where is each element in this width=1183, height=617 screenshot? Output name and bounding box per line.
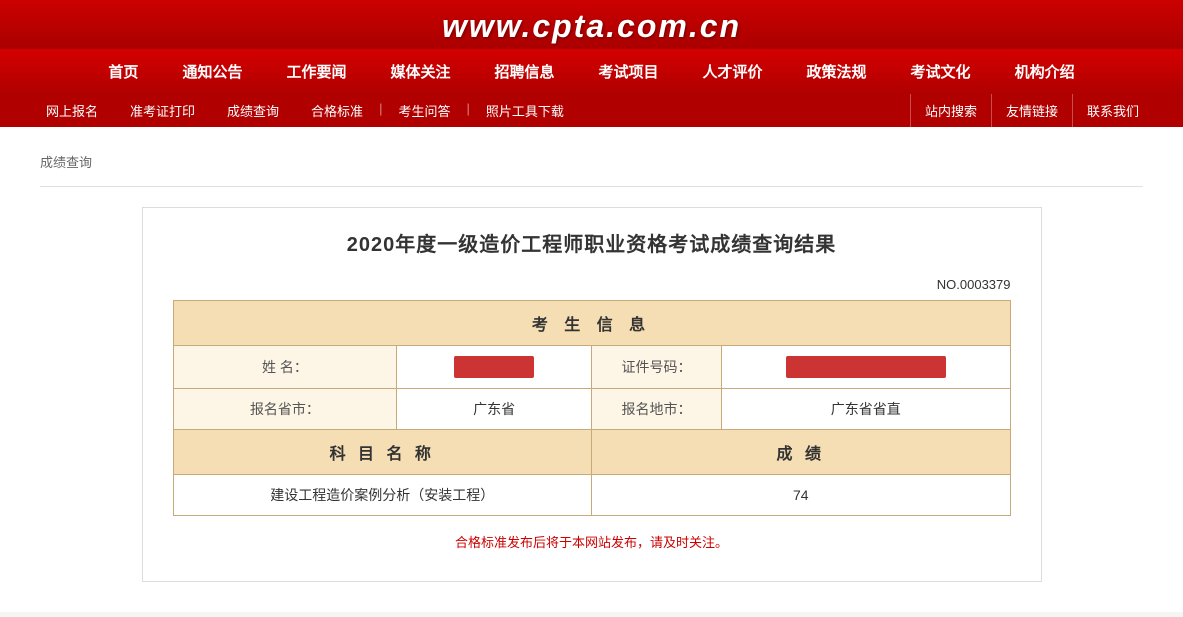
sub-nav-faq[interactable]: 考生问答	[382, 94, 466, 127]
nav-exam[interactable]: 考试项目	[577, 49, 681, 94]
id-label: 证件号码：	[591, 346, 721, 389]
name-label: 姓 名：	[173, 346, 397, 389]
main-nav: 首页 通知公告 工作要闻 媒体关注 招聘信息 考试项目 人才评价 政策法规 考试…	[0, 49, 1183, 94]
province-row: 报名省市： 广东省 报名地市： 广东省省直	[173, 389, 1010, 430]
nav-about[interactable]: 机构介绍	[993, 49, 1097, 94]
sub-nav-register[interactable]: 网上报名	[30, 94, 114, 127]
sub-nav-left: 网上报名 准考证打印 成绩查询 合格标准 | 考生问答 | 照片工具下载	[30, 94, 910, 127]
breadcrumb: 成绩查询	[40, 142, 1143, 187]
info-table: 考 生 信 息 姓 名： 证件号码： 报名省市： 广东省 报名地市： 广东省省直	[173, 300, 1011, 516]
breadcrumb-text: 成绩查询	[40, 155, 92, 170]
redacted-name	[454, 356, 534, 378]
result-title: 2020年度一级造价工程师职业资格考试成绩查询结果	[173, 228, 1011, 257]
id-value	[721, 346, 1010, 389]
score-header: 成 绩	[591, 430, 1010, 475]
header-logo: www.cpta.com.cn	[0, 8, 1183, 45]
sub-nav-score[interactable]: 成绩查询	[211, 94, 295, 127]
city-value: 广东省省直	[721, 389, 1010, 430]
page-content: 成绩查询 2020年度一级造价工程师职业资格考试成绩查询结果 NO.000337…	[0, 127, 1183, 612]
nav-talent[interactable]: 人才评价	[681, 49, 785, 94]
subject-header: 科 目 名 称	[173, 430, 591, 475]
sub-nav-photo[interactable]: 照片工具下载	[470, 94, 580, 127]
province-value: 广东省	[397, 389, 592, 430]
nav-policy[interactable]: 政策法规	[785, 49, 889, 94]
result-no: NO.0003379	[173, 277, 1011, 292]
sub-nav-contact[interactable]: 联系我们	[1072, 94, 1153, 127]
name-value	[397, 346, 592, 389]
sub-nav-search[interactable]: 站内搜索	[910, 94, 991, 127]
section-header-row: 考 生 信 息	[173, 301, 1010, 346]
province-label: 报名省市：	[173, 389, 397, 430]
subject-name: 建设工程造价案例分析（安装工程）	[173, 475, 591, 516]
result-card: 2020年度一级造价工程师职业资格考试成绩查询结果 NO.0003379 考 生…	[142, 207, 1042, 582]
nav-culture[interactable]: 考试文化	[889, 49, 993, 94]
redacted-id	[786, 356, 946, 378]
sub-nav: 网上报名 准考证打印 成绩查询 合格标准 | 考生问答 | 照片工具下载 站内搜…	[0, 94, 1183, 127]
score-value: 74	[591, 475, 1010, 516]
sub-nav-links[interactable]: 友情链接	[991, 94, 1072, 127]
header-top: www.cpta.com.cn	[0, 0, 1183, 49]
sub-nav-admit[interactable]: 准考证打印	[114, 94, 211, 127]
notice-text: 合格标准发布后将于本网站发布，请及时关注。	[173, 532, 1011, 551]
nav-notice[interactable]: 通知公告	[160, 49, 264, 94]
nav-news[interactable]: 工作要闻	[264, 49, 368, 94]
score-row: 建设工程造价案例分析（安装工程） 74	[173, 475, 1010, 516]
nav-home[interactable]: 首页	[86, 49, 160, 94]
nav-media[interactable]: 媒体关注	[368, 49, 472, 94]
sub-nav-right: 站内搜索 友情链接 联系我们	[910, 94, 1153, 127]
candidate-info-header: 考 生 信 息	[173, 301, 1010, 346]
score-header-row: 科 目 名 称 成 绩	[173, 430, 1010, 475]
name-row: 姓 名： 证件号码：	[173, 346, 1010, 389]
city-label: 报名地市：	[591, 389, 721, 430]
nav-jobs[interactable]: 招聘信息	[472, 49, 576, 94]
sub-nav-standard[interactable]: 合格标准	[295, 94, 379, 127]
